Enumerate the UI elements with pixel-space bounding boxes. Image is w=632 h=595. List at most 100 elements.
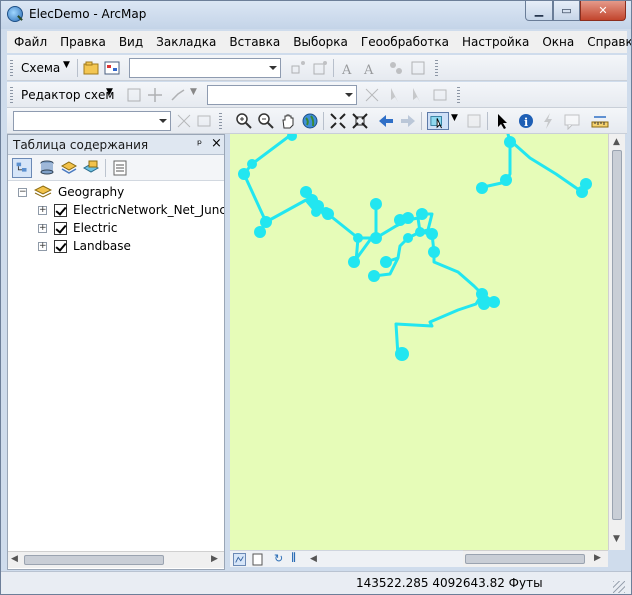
html-popup-icon[interactable] bbox=[563, 112, 581, 130]
menu-windows[interactable]: Окна bbox=[535, 35, 580, 49]
window-title: ElecDemo - ArcMap bbox=[29, 7, 147, 21]
list-by-selection-icon[interactable] bbox=[82, 159, 100, 177]
toolbar-grip[interactable] bbox=[457, 87, 460, 103]
chevron-down-icon[interactable]: ▼ bbox=[106, 87, 113, 97]
back-arrow-icon[interactable] bbox=[377, 112, 395, 130]
select-icon[interactable] bbox=[409, 86, 427, 104]
pan-hand-icon[interactable] bbox=[279, 112, 297, 130]
schema-menu-button[interactable]: Схема bbox=[21, 61, 60, 75]
resize-grip[interactable] bbox=[613, 581, 625, 593]
options-list-icon[interactable] bbox=[112, 159, 128, 177]
menu-geoprocessing[interactable]: Геообработка bbox=[354, 35, 455, 49]
zoom-out-icon[interactable] bbox=[257, 112, 275, 130]
schema-layout-combo[interactable] bbox=[207, 85, 357, 105]
schema-tool-icon[interactable] bbox=[311, 59, 329, 77]
layer-visibility-checkbox[interactable] bbox=[54, 240, 67, 253]
full-extent-globe-icon[interactable] bbox=[301, 112, 319, 130]
maximize-button[interactable]: ▭ bbox=[553, 1, 580, 21]
identify-info-icon[interactable]: i bbox=[517, 112, 535, 130]
editor-combo[interactable] bbox=[13, 111, 171, 131]
close-button[interactable]: ✕ bbox=[580, 1, 626, 21]
scroll-up-icon[interactable]: ▲ bbox=[613, 137, 620, 147]
toolbar-grip[interactable] bbox=[219, 113, 222, 129]
menu-edit[interactable]: Правка bbox=[53, 35, 112, 49]
schematic-layout-icon[interactable] bbox=[103, 59, 121, 77]
scroll-left-icon[interactable]: ◀ bbox=[310, 554, 317, 564]
measure-ruler-icon[interactable] bbox=[591, 112, 609, 130]
pause-drawing-icon[interactable]: ∥ bbox=[291, 552, 296, 563]
network-map[interactable] bbox=[230, 134, 608, 550]
layout-view-icon[interactable] bbox=[251, 553, 264, 566]
list-by-drawing-order-icon[interactable] bbox=[12, 158, 32, 178]
map-display[interactable] bbox=[230, 134, 608, 550]
text-size-icon[interactable]: A bbox=[339, 59, 357, 77]
text-size-icon[interactable]: A bbox=[361, 59, 379, 77]
schema-validate-icon[interactable] bbox=[409, 59, 427, 77]
select-features-icon[interactable] bbox=[427, 112, 449, 130]
map-vertical-scrollbar[interactable]: ▲ ▼ bbox=[608, 134, 625, 550]
scroll-right-icon[interactable]: ▶ bbox=[594, 553, 601, 563]
toc-layer-junctions[interactable]: + ElectricNetwork_Net_Junctions bbox=[36, 203, 224, 219]
menu-customize[interactable]: Настройка bbox=[455, 35, 535, 49]
open-folder-icon[interactable] bbox=[82, 59, 100, 77]
apply-layout-icon[interactable] bbox=[363, 86, 381, 104]
schema-propagate-icon[interactable] bbox=[387, 59, 405, 77]
scroll-left-icon[interactable]: ◀ bbox=[11, 554, 18, 564]
toolbar-grip[interactable] bbox=[10, 60, 13, 76]
pin-icon[interactable]: ᵖ bbox=[197, 137, 202, 151]
scrollbar-thumb[interactable] bbox=[465, 554, 585, 564]
scroll-down-icon[interactable]: ▼ bbox=[613, 534, 620, 544]
chevron-down-icon[interactable]: ▼ bbox=[63, 60, 70, 70]
zoom-in-icon[interactable] bbox=[235, 112, 253, 130]
expand-icon[interactable]: + bbox=[38, 224, 47, 233]
forward-arrow-icon[interactable] bbox=[399, 112, 417, 130]
scroll-right-icon[interactable]: ▶ bbox=[211, 554, 218, 564]
refresh-icon[interactable]: ↻ bbox=[274, 552, 283, 565]
toc-toolbar bbox=[8, 155, 224, 181]
schema-edit-tool-icon[interactable] bbox=[125, 86, 143, 104]
arcmap-app-icon bbox=[7, 6, 23, 22]
minimize-button[interactable]: ▁ bbox=[525, 1, 553, 21]
menu-selection[interactable]: Выборка bbox=[286, 35, 354, 49]
fixed-zoom-out-icon[interactable] bbox=[351, 112, 369, 130]
fixed-zoom-in-icon[interactable] bbox=[329, 112, 347, 130]
expand-icon[interactable]: + bbox=[38, 206, 47, 215]
hyperlink-lightning-icon[interactable] bbox=[539, 112, 557, 130]
map-horizontal-scrollbar[interactable]: ▶ bbox=[463, 550, 608, 567]
data-view-icon[interactable] bbox=[233, 553, 246, 566]
select-icon[interactable] bbox=[387, 86, 405, 104]
toolbar-grip[interactable] bbox=[435, 60, 438, 76]
close-pane-icon[interactable]: × bbox=[211, 136, 222, 151]
list-by-visibility-icon[interactable] bbox=[60, 159, 78, 177]
scrollbar-thumb[interactable] bbox=[24, 555, 164, 565]
clear-selection-icon[interactable] bbox=[465, 112, 483, 130]
layer-visibility-checkbox[interactable] bbox=[54, 222, 67, 235]
menu-bookmarks[interactable]: Закладка bbox=[149, 35, 222, 49]
chevron-down-icon[interactable]: ▼ bbox=[190, 87, 197, 97]
toc-layer-landbase[interactable]: + Landbase bbox=[36, 239, 224, 255]
menu-file[interactable]: Файл bbox=[7, 35, 53, 49]
toc-group-geography[interactable]: − Geography bbox=[16, 185, 216, 201]
expand-icon[interactable]: + bbox=[38, 242, 47, 251]
schematic-combo[interactable] bbox=[129, 58, 281, 78]
layer-visibility-checkbox[interactable] bbox=[54, 204, 67, 217]
schema-editor-menu-button[interactable]: Редактор схем bbox=[21, 88, 114, 102]
list-by-source-icon[interactable] bbox=[38, 159, 56, 177]
toc-layer-electric[interactable]: + Electric bbox=[36, 221, 224, 237]
schema-tool-icon[interactable] bbox=[289, 59, 307, 77]
move-node-icon[interactable] bbox=[146, 86, 164, 104]
edit-vertices-icon[interactable] bbox=[175, 112, 193, 130]
menu-insert[interactable]: Вставка bbox=[222, 35, 286, 49]
schema-branch-icon[interactable] bbox=[169, 86, 187, 104]
menu-view[interactable]: Вид bbox=[112, 35, 149, 49]
toolbar-grip[interactable] bbox=[10, 87, 13, 103]
select-elements-arrow-icon[interactable] bbox=[493, 112, 511, 130]
sketch-properties-icon[interactable] bbox=[195, 112, 213, 130]
chevron-down-icon[interactable]: ▼ bbox=[451, 113, 458, 123]
layers-stack-icon bbox=[34, 185, 52, 198]
menu-help[interactable]: Справка bbox=[580, 35, 631, 49]
collapse-icon[interactable]: − bbox=[18, 188, 27, 197]
schema-properties-icon[interactable] bbox=[431, 86, 449, 104]
toc-horizontal-scrollbar[interactable]: ◀ ▶ bbox=[8, 551, 224, 568]
scrollbar-thumb[interactable] bbox=[612, 150, 622, 520]
